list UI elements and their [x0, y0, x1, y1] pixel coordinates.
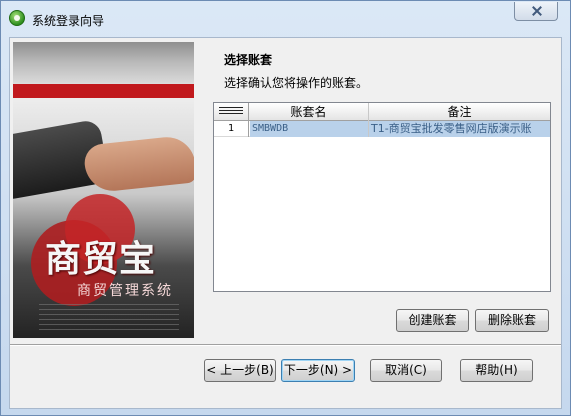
account-set-grid[interactable]: 账套名 备注 1 SMBWDB T1-商贸宝批发零售网店版演示账 — [213, 102, 551, 292]
wizard-client-area: 商贸宝 商贸管理系统 选择账套 选择确认您将操作的账套。 账套名 备注 1 SM… — [9, 37, 562, 409]
cell-remark[interactable]: T1-商贸宝批发零售网店版演示账 — [369, 121, 550, 137]
step-description: 选择确认您将操作的账套。 — [224, 76, 369, 90]
banner-red-stripe — [13, 84, 194, 98]
delete-account-set-button[interactable]: 删除账套 — [475, 309, 549, 332]
grid-corner-icon[interactable] — [214, 103, 249, 121]
banner-fine-print — [39, 304, 179, 334]
product-subtitle: 商贸管理系统 — [77, 283, 173, 299]
column-header-name[interactable]: 账套名 — [249, 103, 369, 121]
grid-header: 账套名 备注 — [214, 103, 550, 121]
next-button[interactable]: 下一步(N) > — [281, 359, 355, 382]
table-row[interactable]: 1 SMBWDB T1-商贸宝批发零售网店版演示账 — [214, 121, 550, 137]
wizard-window: 系统登录向导 商贸宝 商贸管理系统 选择账套 选择确认您将操作的账套。 账套名 … — [0, 0, 571, 416]
step-title: 选择账套 — [224, 53, 273, 67]
product-banner-image: 商贸宝 商贸管理系统 — [13, 42, 194, 338]
column-header-remark[interactable]: 备注 — [369, 103, 550, 121]
previous-button[interactable]: < 上一步(B) — [204, 359, 276, 382]
close-button[interactable] — [514, 2, 558, 21]
row-number: 1 — [214, 121, 249, 137]
app-icon — [9, 10, 25, 26]
title-bar[interactable]: 系统登录向导 — [1, 1, 570, 37]
window-title: 系统登录向导 — [32, 14, 105, 28]
divider — [10, 344, 561, 346]
help-button[interactable]: 帮助(H) — [460, 359, 533, 382]
cancel-button[interactable]: 取消(C) — [370, 359, 442, 382]
cell-account-name[interactable]: SMBWDB — [250, 121, 369, 137]
product-logo-text: 商贸宝 — [45, 238, 157, 280]
create-account-set-button[interactable]: 创建账套 — [396, 309, 469, 332]
